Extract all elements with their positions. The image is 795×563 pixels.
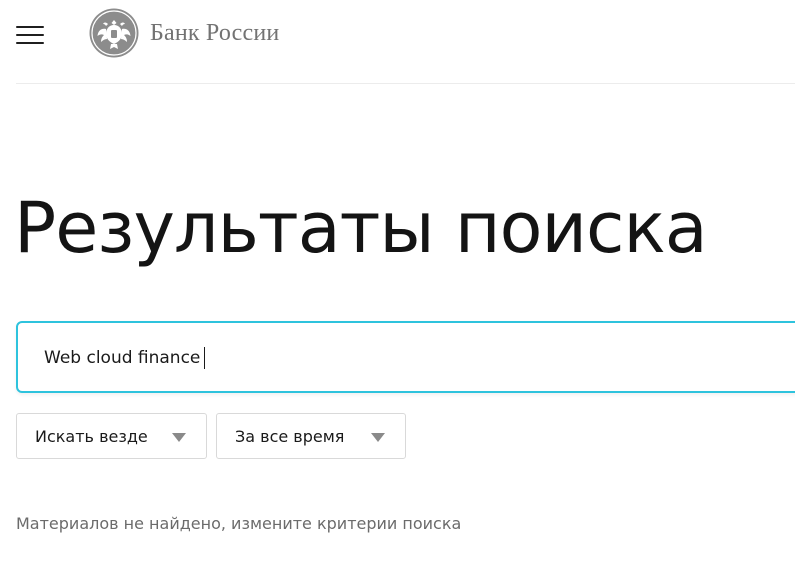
search-input[interactable]: Web cloud finance [16,321,795,393]
search-scope-dropdown[interactable]: Искать везде [16,413,207,459]
triangle-down-icon [371,433,385,442]
search-scope-label: Искать везде [35,426,148,446]
search-value: Web cloud finance [44,348,201,368]
text-caret [204,347,206,369]
site-header: Банк России [0,0,795,84]
bank-logo-link[interactable]: Банк России [88,8,279,58]
bank-name: Банк России [150,19,280,46]
time-period-dropdown[interactable]: За все время [216,413,406,459]
triangle-down-icon [172,433,186,442]
hamburger-menu-icon[interactable] [16,26,44,44]
page: Банк России Результаты поиска Web cloud … [0,0,795,563]
double-headed-eagle-emblem-icon [89,8,139,58]
search-field-content: Web cloud finance [44,347,206,369]
page-title: Результаты поиска [14,187,708,269]
time-period-label: За все время [235,426,345,446]
no-results-message: Материалов не найдено, измените критерии… [16,514,462,533]
header-divider [16,83,795,84]
